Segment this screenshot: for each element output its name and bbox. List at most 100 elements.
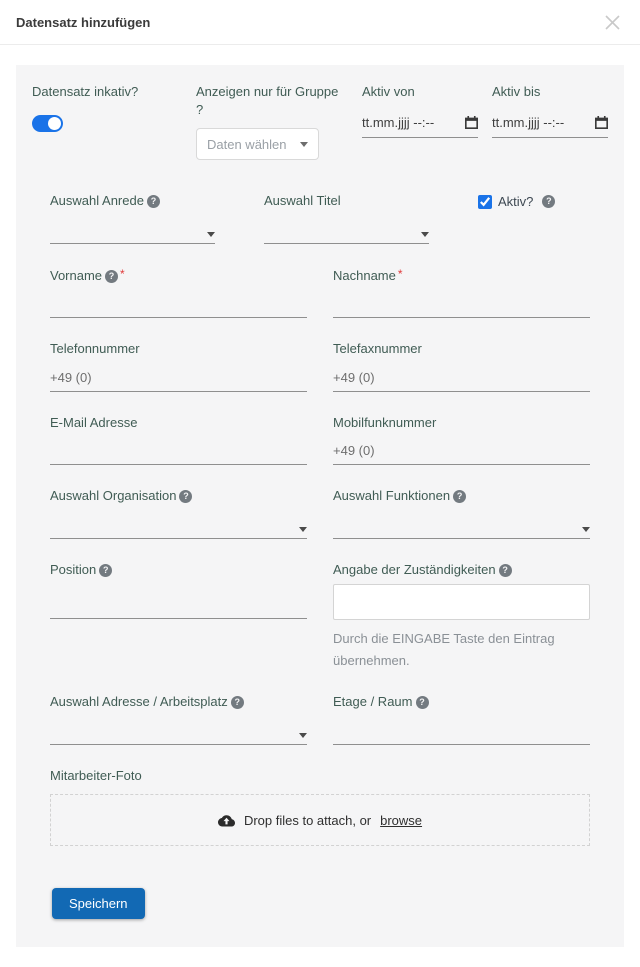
subform: Auswahl Anrede? Auswahl Titel Aktiv? ? <box>50 192 590 919</box>
row-anrede-titel-aktiv: Auswahl Anrede? Auswahl Titel Aktiv? ? <box>50 192 590 244</box>
calendar-icon[interactable] <box>465 116 478 129</box>
row-org-funktionen: Auswahl Organisation? Auswahl Funktionen… <box>50 487 590 539</box>
field-adresse: Auswahl Adresse / Arbeitsplatz? <box>50 693 307 745</box>
telefon-label: Telefonnummer <box>50 340 307 358</box>
field-gruppe: Anzeigen nur für Gruppe ? Daten wählen <box>196 83 348 160</box>
save-button[interactable]: Speichern <box>52 888 145 919</box>
field-aktiv-von: Aktiv von tt.mm.jjjj --:-- <box>362 83 478 160</box>
email-input[interactable] <box>50 443 307 458</box>
top-row: Datensatz inkativ? Anzeigen nur für Grup… <box>32 83 608 160</box>
gruppe-select-placeholder: Daten wählen <box>207 137 287 152</box>
anrede-label: Auswahl Anrede? <box>50 192 238 210</box>
help-icon: ? <box>231 696 244 709</box>
field-datensatz-inaktiv: Datensatz inkativ? <box>32 83 182 160</box>
zustaendigkeiten-label: Angabe der Zuständigkeiten? <box>333 561 590 579</box>
aktiv-von-label: Aktiv von <box>362 83 478 101</box>
field-foto: Mitarbeiter-Foto Drop files to attach, o… <box>50 767 590 847</box>
datensatz-inaktiv-label: Datensatz inkativ? <box>32 83 182 101</box>
aktiv-von-input[interactable]: tt.mm.jjjj --:-- <box>362 115 478 138</box>
required-mark: * <box>398 267 403 281</box>
field-mobil: Mobilfunknummer <box>333 414 590 466</box>
field-aktiv: Aktiv? ? <box>478 192 590 244</box>
adresse-label: Auswahl Adresse / Arbeitsplatz? <box>50 693 307 711</box>
aktiv-bis-placeholder: tt.mm.jjjj --:-- <box>492 115 564 130</box>
dialog-header: Datensatz hinzufügen <box>0 0 640 45</box>
aktiv-checkbox[interactable] <box>478 195 492 209</box>
help-icon: ? <box>105 270 118 283</box>
aktiv-von-placeholder: tt.mm.jjjj --:-- <box>362 115 434 130</box>
etage-input[interactable] <box>333 723 590 738</box>
vorname-label: Vorname?* <box>50 266 307 285</box>
nachname-label: Nachname* <box>333 266 590 285</box>
funktionen-label: Auswahl Funktionen? <box>333 487 590 505</box>
anrede-select[interactable] <box>50 211 215 244</box>
field-telefon: Telefonnummer <box>50 340 307 392</box>
field-zustaendigkeiten: Angabe der Zuständigkeiten? Durch die EI… <box>333 561 590 671</box>
field-vorname: Vorname?* <box>50 266 307 319</box>
chevron-down-icon <box>421 232 429 237</box>
help-icon: ? <box>99 564 112 577</box>
mobil-label: Mobilfunknummer <box>333 414 590 432</box>
help-icon: ? <box>147 195 160 208</box>
aktiv-label: Aktiv? <box>498 194 533 209</box>
close-icon[interactable] <box>603 13 622 32</box>
form-panel: Datensatz inkativ? Anzeigen nur für Grup… <box>16 65 624 947</box>
foto-dropzone[interactable]: Drop files to attach, or browse <box>50 794 590 846</box>
field-titel: Auswahl Titel <box>264 192 452 244</box>
field-organisation: Auswahl Organisation? <box>50 487 307 539</box>
telefax-input[interactable] <box>333 370 590 385</box>
row-name: Vorname?* Nachname* <box>50 266 590 319</box>
calendar-icon[interactable] <box>595 116 608 129</box>
chevron-down-icon <box>582 527 590 532</box>
field-etage: Etage / Raum? <box>333 693 590 745</box>
field-email: E-Mail Adresse <box>50 414 307 466</box>
field-nachname: Nachname* <box>333 266 590 319</box>
field-telefax: Telefaxnummer <box>333 340 590 392</box>
field-funktionen: Auswahl Funktionen? <box>333 487 590 539</box>
mobil-input[interactable] <box>333 443 590 458</box>
nachname-input[interactable] <box>333 296 590 311</box>
gruppe-label: Anzeigen nur für Gruppe ? <box>196 83 348 118</box>
telefon-input[interactable] <box>50 370 307 385</box>
chevron-down-icon <box>299 527 307 532</box>
row-email-mobil: E-Mail Adresse Mobilfunknummer <box>50 414 590 466</box>
datensatz-inaktiv-toggle[interactable] <box>32 115 63 132</box>
titel-label: Auswahl Titel <box>264 192 452 210</box>
field-position: Position? <box>50 561 307 671</box>
help-icon: ? <box>416 696 429 709</box>
adresse-select[interactable] <box>50 712 307 745</box>
chevron-down-icon <box>299 733 307 738</box>
zustaendigkeiten-input[interactable] <box>333 584 590 620</box>
aktiv-bis-input[interactable]: tt.mm.jjjj --:-- <box>492 115 608 138</box>
titel-select[interactable] <box>264 211 429 244</box>
funktionen-select[interactable] <box>333 506 590 539</box>
organisation-select[interactable] <box>50 506 307 539</box>
toggle-knob <box>48 117 61 130</box>
aktiv-bis-label: Aktiv bis <box>492 83 608 101</box>
row-telefon: Telefonnummer Telefaxnummer <box>50 340 590 392</box>
field-anrede: Auswahl Anrede? <box>50 192 238 244</box>
position-input[interactable] <box>50 597 307 612</box>
dialog-title: Datensatz hinzufügen <box>16 15 150 30</box>
telefax-label: Telefaxnummer <box>333 340 590 358</box>
chevron-down-icon <box>300 142 308 147</box>
row-adresse-etage: Auswahl Adresse / Arbeitsplatz? Etage / … <box>50 693 590 745</box>
foto-label: Mitarbeiter-Foto <box>50 767 590 785</box>
vorname-input[interactable] <box>50 296 307 311</box>
required-mark: * <box>120 267 125 281</box>
dropzone-text: Drop files to attach, or <box>244 813 371 828</box>
gruppe-select[interactable]: Daten wählen <box>196 128 319 160</box>
email-label: E-Mail Adresse <box>50 414 307 432</box>
help-icon: ? <box>179 490 192 503</box>
chevron-down-icon <box>207 232 215 237</box>
position-label: Position? <box>50 561 307 579</box>
row-position-zustaendigkeiten: Position? Angabe der Zuständigkeiten? Du… <box>50 561 590 671</box>
zustaendigkeiten-helper-text: Durch die EINGABE Taste den Eintrag über… <box>333 628 590 671</box>
help-icon: ? <box>453 490 466 503</box>
field-aktiv-bis: Aktiv bis tt.mm.jjjj --:-- <box>492 83 608 160</box>
help-icon: ? <box>499 564 512 577</box>
organisation-label: Auswahl Organisation? <box>50 487 307 505</box>
help-icon: ? <box>542 195 555 208</box>
browse-link[interactable]: browse <box>380 813 422 828</box>
etage-label: Etage / Raum? <box>333 693 590 711</box>
